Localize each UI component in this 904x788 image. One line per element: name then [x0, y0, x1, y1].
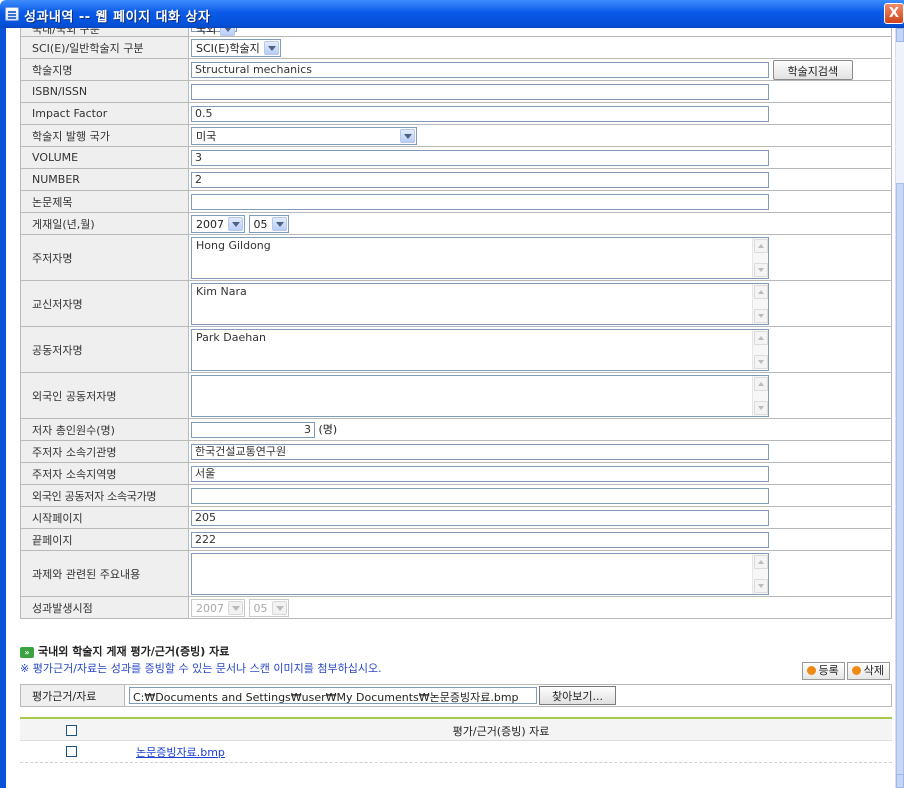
- register-icon: [806, 666, 816, 675]
- bullet-icon: »: [20, 646, 34, 658]
- scroll-up-icon[interactable]: [896, 28, 904, 42]
- file-upload-table: 평가근거/자료 C:₩Documents and Settings₩user₩M…: [20, 684, 892, 707]
- window-title: 성과내역 -- 웹 페이지 대화 상자: [24, 10, 211, 25]
- field-label: 공동저자명: [20, 326, 189, 373]
- journal-name-input[interactable]: Structural mechanics: [191, 61, 769, 78]
- scroll-thumb[interactable]: [896, 183, 904, 783]
- browse-button[interactable]: 찾아보기...: [539, 686, 616, 705]
- textarea-scrollbar[interactable]: [752, 283, 768, 324]
- chevron-down-icon: [220, 28, 236, 36]
- scroll-up-icon[interactable]: [754, 238, 768, 253]
- delete-icon: [851, 666, 861, 675]
- end-page-input[interactable]: 222: [191, 531, 769, 548]
- close-button[interactable]: X: [884, 3, 904, 24]
- field-label: 논문제목: [20, 190, 189, 213]
- main-org-input[interactable]: 한국건설교통연구원: [191, 443, 769, 460]
- field-label: 저자 총인원수(명): [20, 418, 189, 441]
- main-author-textarea[interactable]: Hong Gildong: [191, 236, 769, 279]
- attachment-section: » 국내외 학술지 게재 평가/근거(증빙) 자료 ※ 평가근거/자료는 성과를 …: [20, 644, 892, 763]
- field-label: 끝페이지: [20, 528, 189, 551]
- field-label: ISBN/ISSN: [20, 80, 189, 103]
- scroll-down-icon[interactable]: [754, 578, 768, 593]
- file-list-header: 평가/근거(증빙) 자료: [20, 719, 892, 741]
- file-link[interactable]: 논문증빙자료.bmp: [136, 744, 225, 760]
- pub-year-select[interactable]: 2007: [191, 214, 245, 233]
- chevron-down-icon: [400, 128, 415, 143]
- field-label: 외국인 공동저자명: [20, 372, 189, 419]
- start-page-input[interactable]: 205: [191, 509, 769, 526]
- dialog-content: 국내/국외 구분 국외 SCI(E)/일반학술지 구분 SCI(E)학술지 학술…: [6, 28, 895, 788]
- field-label: 학술지 발행 국가: [20, 124, 189, 147]
- textarea-scrollbar[interactable]: [752, 375, 768, 416]
- impact-factor-input[interactable]: 0.5: [191, 105, 769, 122]
- delete-button[interactable]: 삭제: [846, 662, 890, 680]
- field-label: 주저자 소속기관명: [20, 440, 189, 463]
- field-label: 주저자명: [20, 234, 189, 281]
- title-bar: 성과내역 -- 웹 페이지 대화 상자 X: [0, 0, 904, 28]
- textarea-scrollbar[interactable]: [752, 237, 768, 278]
- pub-month-select[interactable]: 05: [248, 214, 289, 233]
- field-label: 평가근거/자료: [20, 684, 125, 707]
- action-buttons: 등록 삭제: [800, 662, 890, 680]
- scroll-down-icon[interactable]: [754, 262, 768, 277]
- field-label: SCI(E)/일반학술지 구분: [20, 36, 189, 59]
- unit-label: (명): [318, 423, 338, 436]
- page-icon: [5, 7, 19, 21]
- chevron-down-icon: [263, 40, 279, 55]
- chevron-down-icon: [228, 216, 243, 231]
- paper-title-input[interactable]: [191, 193, 769, 210]
- journal-type-select[interactable]: SCI(E)학술지: [191, 38, 281, 57]
- column-header: 평가/근거(증빙) 자료: [452, 725, 550, 738]
- field-label: 학술지명: [20, 58, 189, 81]
- country-select[interactable]: 미국: [191, 126, 417, 145]
- file-path-input[interactable]: C:₩Documents and Settings₩user₩My Docume…: [129, 687, 537, 704]
- list-item: 논문증빙자료.bmp: [20, 741, 892, 763]
- occur-month-select: 05: [248, 598, 289, 617]
- scroll-up-icon[interactable]: [754, 554, 768, 569]
- chevron-down-icon: [271, 600, 287, 615]
- notice-text: ※ 평가근거/자료는 성과를 증빙할 수 있는 문서나 스캔 이미지를 첨부하십…: [20, 662, 382, 675]
- field-label: VOLUME: [20, 146, 189, 169]
- occur-year-select: 2007: [191, 598, 245, 617]
- scroll-up-icon[interactable]: [754, 330, 768, 345]
- total-authors-input[interactable]: 3: [191, 422, 315, 438]
- field-label: 게재일(년,월): [20, 212, 189, 235]
- dialog-window: 성과내역 -- 웹 페이지 대화 상자 X 국내/국외 구분 국외 SCI(E)…: [0, 0, 904, 788]
- field-label: 국내/국외 구분: [20, 28, 189, 37]
- field-label: 교신저자명: [20, 280, 189, 327]
- field-label: 주저자 소속지역명: [20, 462, 189, 485]
- register-button[interactable]: 등록: [801, 662, 845, 680]
- summary-textarea[interactable]: [191, 552, 769, 595]
- section-title: » 국내외 학술지 게재 평가/근거(증빙) 자료: [20, 644, 892, 660]
- scroll-down-icon[interactable]: [896, 774, 904, 788]
- field-label: 외국인 공동저자 소속국가명: [20, 484, 189, 507]
- corresponding-author-textarea[interactable]: Kim Nara: [191, 282, 769, 325]
- field-label: NUMBER: [20, 168, 189, 191]
- file-checkbox[interactable]: [66, 746, 77, 757]
- volume-input[interactable]: 3: [191, 149, 769, 166]
- chevron-down-icon: [228, 600, 243, 615]
- isbn-input[interactable]: [191, 83, 769, 100]
- scroll-down-icon[interactable]: [754, 400, 768, 415]
- chevron-down-icon: [271, 216, 287, 231]
- journal-search-button[interactable]: 학술지검색: [772, 59, 854, 80]
- main-region-input[interactable]: 서울: [191, 465, 769, 482]
- textarea-scrollbar[interactable]: [752, 553, 768, 594]
- co-author-textarea[interactable]: Park Daehan: [191, 328, 769, 371]
- scroll-up-icon[interactable]: [754, 376, 768, 391]
- scroll-up-icon[interactable]: [754, 284, 768, 299]
- performance-form: 국내/국외 구분 국외 SCI(E)/일반학술지 구분 SCI(E)학술지 학술…: [20, 28, 892, 619]
- number-input[interactable]: 2: [191, 171, 769, 188]
- foreign-co-author-textarea[interactable]: [191, 374, 769, 417]
- field-label: 과제와 관련된 주요내용: [20, 550, 189, 597]
- foreign-country-input[interactable]: [191, 487, 769, 504]
- field-label: 시작페이지: [20, 506, 189, 529]
- scroll-down-icon[interactable]: [754, 354, 768, 369]
- scroll-down-icon[interactable]: [754, 308, 768, 323]
- field-label: 성과발생시점: [20, 596, 189, 619]
- textarea-scrollbar[interactable]: [752, 329, 768, 370]
- field-label: Impact Factor: [20, 102, 189, 125]
- domestic-select[interactable]: 국외: [191, 28, 238, 36]
- window-scrollbar[interactable]: [895, 28, 904, 788]
